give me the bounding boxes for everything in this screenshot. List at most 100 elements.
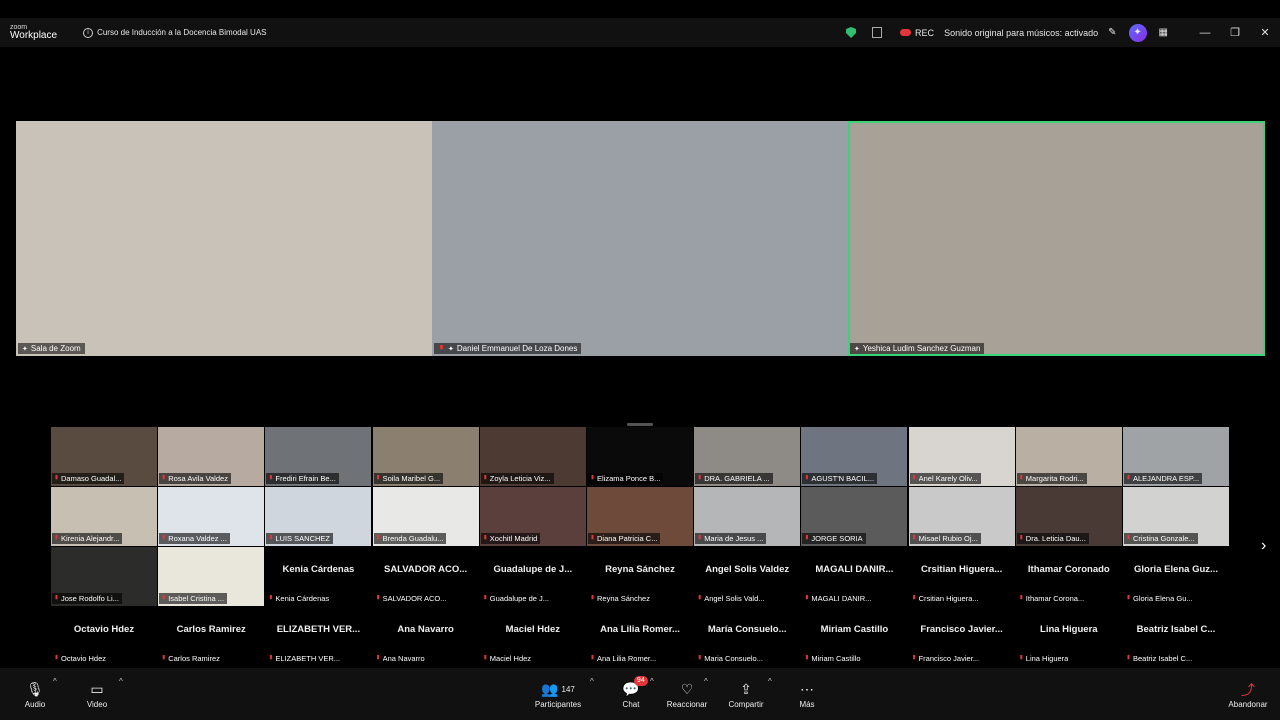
participant-video-tile[interactable]: Xochitl Madrid bbox=[479, 487, 586, 546]
audio-options-caret[interactable]: ^ bbox=[53, 677, 57, 686]
speaker-video[interactable]: ✦ Sala de Zoom bbox=[16, 121, 432, 356]
original-sound-label: Sonido original para músicos: activado bbox=[944, 27, 1099, 38]
participant-display-name: Angel Solis Valdez bbox=[705, 564, 790, 575]
participant-name-tile[interactable]: Ana Navarro Ana Navarro bbox=[372, 607, 479, 666]
participant-video-tile[interactable]: Misael Rubio Oj... bbox=[908, 487, 1015, 546]
participant-video-tile[interactable]: Soila Maribel G... bbox=[372, 427, 479, 486]
participant-name-tile[interactable]: Octavio Hdez Octavio Hdez bbox=[51, 607, 157, 666]
participant-name-tile[interactable]: Lina Higuera Lina Higuera bbox=[1015, 607, 1122, 666]
leave-button[interactable]: ⤴ Abandonar bbox=[1226, 668, 1270, 720]
participant-name-tile[interactable]: Ana Lilia Romer... Ana Lilia Romer... bbox=[587, 607, 693, 666]
participant-video-tile[interactable]: LUIS SANCHEZ bbox=[265, 487, 372, 546]
minimize-icon[interactable]: — bbox=[1190, 18, 1220, 47]
participant-name-tile[interactable]: Beatriz Isabel C... Beatriz Isabel C... bbox=[1123, 607, 1229, 666]
shield-icon[interactable] bbox=[846, 27, 857, 38]
participant-name-tile[interactable]: Angel Solis Valdez Angel Solis Vald... bbox=[694, 547, 801, 606]
participant-name-label: Soila Maribel G... bbox=[373, 473, 444, 484]
rec-label: REC bbox=[915, 27, 935, 38]
resize-handle[interactable] bbox=[627, 423, 653, 426]
participant-display-name: Ana Navarro bbox=[397, 624, 454, 635]
meeting-title: Curso de Inducción a la Docencia Bimodal… bbox=[97, 28, 267, 37]
original-sound-status[interactable]: Sonido original para músicos: activado bbox=[944, 18, 1098, 47]
participant-video-tile[interactable]: Jose Rodolfo Li... bbox=[51, 547, 157, 606]
participant-name-tile[interactable]: ELIZABETH VER... ELIZABETH VER... bbox=[265, 607, 372, 666]
ai-companion-icon[interactable]: ✦ bbox=[1128, 23, 1147, 42]
share-options-caret[interactable]: ^ bbox=[768, 677, 772, 686]
mic-muted-icon bbox=[1127, 535, 1130, 540]
participant-video-tile[interactable]: Maria de Jesus ... bbox=[694, 487, 801, 546]
chat-options-caret[interactable]: ^ bbox=[650, 677, 654, 686]
participant-name-tile[interactable]: Francisco Javier... Francisco Javier... bbox=[908, 607, 1015, 666]
next-page-icon[interactable]: › bbox=[1261, 537, 1266, 555]
participant-video-tile[interactable]: Zoyla Leticia Viz... bbox=[479, 427, 586, 486]
leave-icon: ⤴ bbox=[1241, 681, 1255, 698]
participant-video-tile[interactable]: JORGE SORIA bbox=[801, 487, 908, 546]
participant-name-tile[interactable]: Reyna Sánchez Reyna Sánchez bbox=[587, 547, 693, 606]
participant-name-tile[interactable]: Maciel Hdez Maciel Hdez bbox=[479, 607, 586, 666]
close-icon[interactable]: ✕ bbox=[1250, 18, 1280, 47]
audio-button[interactable]: 🎙 Audio bbox=[22, 668, 48, 720]
participant-display-name: Ithamar Coronado bbox=[1027, 564, 1110, 575]
share-button[interactable]: ⇪ Compartir bbox=[727, 668, 765, 720]
window-titlebar bbox=[0, 0, 1280, 18]
participant-video-tile[interactable]: Anel Karely Oliv... bbox=[908, 427, 1015, 486]
participants-options-caret[interactable]: ^ bbox=[590, 677, 594, 686]
participant-name-tile[interactable]: Carlos Ramirez Carlos Ramirez bbox=[158, 607, 265, 666]
more-button[interactable]: ⋯ Más bbox=[796, 668, 818, 720]
participant-video-tile[interactable]: Kirenia Alejandr... bbox=[51, 487, 157, 546]
magic-wand-icon[interactable]: ✎ bbox=[1108, 18, 1116, 47]
react-button[interactable]: ♡ Reaccionar bbox=[666, 668, 708, 720]
participant-video-tile[interactable]: Margarita Rodri... bbox=[1015, 427, 1122, 486]
chat-unread-badge: 94 bbox=[633, 675, 648, 686]
recording-indicator[interactable]: REC bbox=[900, 18, 934, 47]
meeting-info[interactable]: i Curso de Inducción a la Docencia Bimod… bbox=[83, 27, 267, 38]
notes-icon[interactable] bbox=[872, 27, 883, 38]
participant-video-tile[interactable]: Diana Patricia C... bbox=[587, 487, 693, 546]
participants-button[interactable]: 👥 147 Participantes bbox=[532, 668, 584, 720]
participant-video-tile[interactable]: ALEJANDRA ESP... bbox=[1123, 427, 1229, 486]
participant-video-tile[interactable]: Dra. Leticia Dau... bbox=[1015, 487, 1122, 546]
participant-name-label: Anel Karely Oliv... bbox=[909, 473, 981, 484]
restore-icon[interactable]: ❐ bbox=[1220, 18, 1250, 47]
participant-name-tile[interactable]: Ithamar Coronado Ithamar Corona... bbox=[1015, 547, 1122, 606]
participant-video-tile[interactable]: Frediri Efrain Be... bbox=[265, 427, 372, 486]
participant-name-label: Kenia Cárdenas bbox=[266, 593, 333, 604]
participant-name-tile[interactable]: MAGALI DANIR... MAGALI DANIR... bbox=[801, 547, 908, 606]
speaker-name-label: ✦ Yeshica Ludim Sanchez Guzman bbox=[850, 343, 985, 354]
participant-video-tile[interactable]: DRA. GABRIELA ... bbox=[694, 427, 801, 486]
participant-name-tile[interactable]: María Consuelo... Maria Consuelo... bbox=[694, 607, 801, 666]
participant-video-tile[interactable]: Isabel Cristina ... bbox=[158, 547, 265, 606]
participant-name-tile[interactable]: SALVADOR ACO... SALVADOR ACO... bbox=[372, 547, 479, 606]
react-options-caret[interactable]: ^ bbox=[704, 677, 708, 686]
participant-name-label: Diana Patricia C... bbox=[588, 533, 661, 544]
participant-video-tile[interactable]: Cristina Gonzale... bbox=[1123, 487, 1229, 546]
participant-name-tile[interactable]: Guadalupe de J... Guadalupe de J... bbox=[479, 547, 586, 606]
participant-display-name: MAGALI DANIR... bbox=[815, 564, 894, 575]
mic-muted-icon bbox=[591, 535, 594, 540]
participant-video-tile[interactable]: Brenda Guadalu... bbox=[372, 487, 479, 546]
participant-name-label: Brenda Guadalu... bbox=[373, 533, 447, 544]
participant-name-tile[interactable]: Kenia Cárdenas Kenia Cárdenas bbox=[265, 547, 372, 606]
participant-name-label: Gloria Elena Gu... bbox=[1124, 593, 1196, 604]
video-button[interactable]: ▭ Video bbox=[84, 668, 110, 720]
participant-name-tile[interactable]: Crsitian Higuera... Crsitian Higuera... bbox=[908, 547, 1015, 606]
mic-muted-icon bbox=[162, 475, 165, 480]
pin-icon: ✦ bbox=[22, 345, 28, 353]
video-off-icon: ▭ bbox=[90, 681, 104, 697]
participant-video-tile[interactable]: AGUST'N BACIL... bbox=[801, 427, 908, 486]
participant-name-tile[interactable]: Gloria Elena Guz... Gloria Elena Gu... bbox=[1123, 547, 1229, 606]
chat-button[interactable]: 💬 94 Chat bbox=[618, 668, 648, 720]
mic-muted-icon bbox=[162, 595, 165, 600]
active-speaker-video[interactable]: ✦ Yeshica Ludim Sanchez Guzman bbox=[848, 121, 1265, 356]
participant-video-tile[interactable]: Roxana Valdez ... bbox=[158, 487, 265, 546]
video-options-caret[interactable]: ^ bbox=[119, 677, 123, 686]
speaker-video[interactable]: ✦ Daniel Emmanuel De Loza Dones bbox=[432, 121, 848, 356]
participant-video-tile[interactable]: Damaso Guadal... bbox=[51, 427, 157, 486]
mic-muted-icon bbox=[377, 655, 380, 660]
participant-display-name: SALVADOR ACO... bbox=[383, 564, 468, 575]
info-icon[interactable]: i bbox=[83, 27, 94, 38]
participant-video-tile[interactable]: Rosa Avila Valdez bbox=[158, 427, 265, 486]
participant-video-tile[interactable]: Elizama Ponce B... bbox=[587, 427, 693, 486]
participant-name-tile[interactable]: Miriam Castillo Miriam Castillo bbox=[801, 607, 908, 666]
grid-icon[interactable]: ▦ bbox=[1159, 18, 1168, 47]
